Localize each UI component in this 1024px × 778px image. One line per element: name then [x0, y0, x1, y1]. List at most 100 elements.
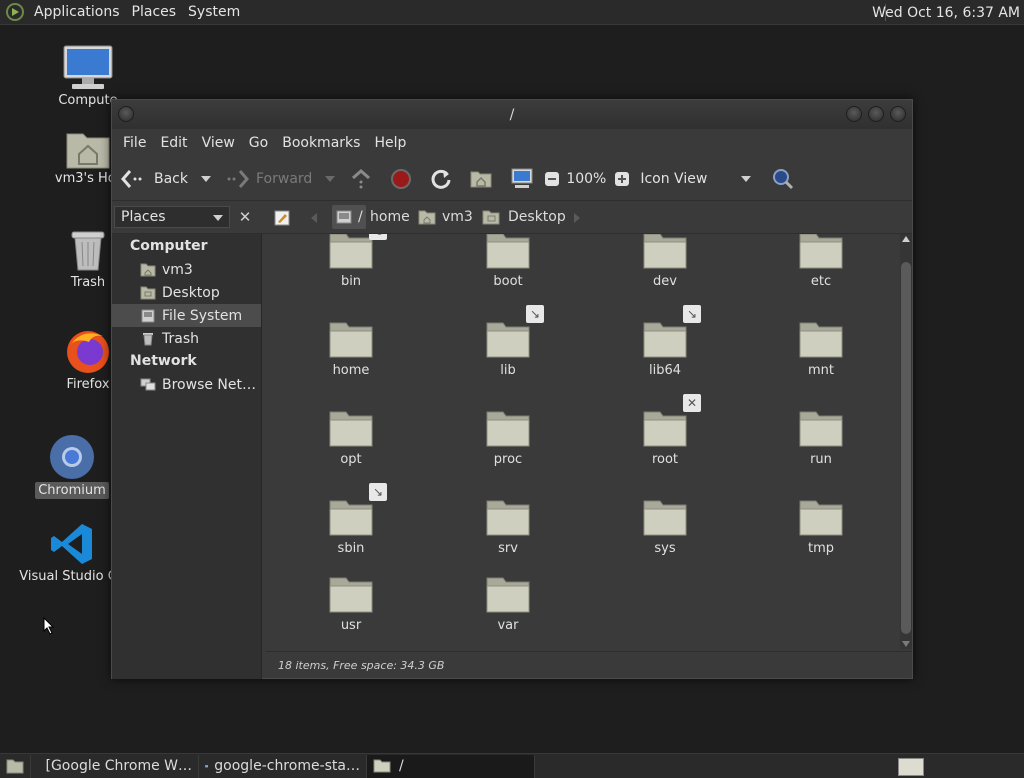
reload-button[interactable] [430, 168, 452, 190]
file-item-lib[interactable]: lib ↘ [448, 305, 568, 399]
zoom-out-button[interactable] [544, 171, 560, 187]
file-item-boot[interactable]: boot [448, 234, 568, 310]
scroll-down-icon[interactable] [902, 641, 910, 647]
sidebar-heading-network: Network [130, 353, 197, 369]
stop-button[interactable] [390, 168, 412, 190]
view-mode-dropdown[interactable] [740, 175, 752, 183]
view-mode-select[interactable]: Icon View [640, 171, 740, 187]
top-menu: Applications Places System [0, 0, 246, 25]
menu-edit[interactable]: Edit [153, 135, 194, 151]
file-item-tmp[interactable]: tmp [761, 497, 881, 577]
file-item-home[interactable]: home [291, 319, 411, 399]
file-name: dev [653, 274, 677, 289]
up-button[interactable] [350, 168, 372, 190]
scroll-up-icon[interactable] [902, 236, 910, 242]
menu-help[interactable]: Help [367, 135, 413, 151]
zoom-out-icon [545, 171, 560, 186]
zoom-level[interactable]: 100% [566, 171, 606, 187]
file-view[interactable]: bin ↘ boot dev etc home lib ↘ lib64 ↘ mnt opt proc ro… [266, 234, 912, 649]
desktop-icon-label: Chromium [35, 482, 109, 499]
menu-go[interactable]: Go [242, 135, 275, 151]
back-button[interactable]: Back [120, 168, 188, 190]
file-item-etc[interactable]: etc [761, 234, 881, 310]
file-item-var[interactable]: var [448, 574, 568, 649]
clock[interactable]: Wed Oct 16, 6:37 AM [872, 0, 1020, 25]
zoom-in-button[interactable] [614, 171, 630, 187]
file-item-root[interactable]: root ✕ [605, 394, 725, 488]
back-history-dropdown[interactable] [200, 175, 212, 183]
file-name: opt [340, 452, 362, 467]
task-file-manager[interactable]: / [367, 754, 535, 778]
breadcrumb-desktop[interactable]: Desktop [482, 205, 566, 229]
file-name: lib64 [648, 363, 682, 378]
breadcrumb-home[interactable]: home [370, 205, 410, 229]
menu-bookmarks[interactable]: Bookmarks [275, 135, 367, 151]
file-item-run[interactable]: run [761, 408, 881, 488]
chevron-down-icon [201, 175, 211, 182]
scrollbar-thumb[interactable] [901, 262, 911, 634]
sidebar-item-vm3[interactable]: vm3 [112, 258, 261, 281]
file-item-sbin[interactable]: sbin ↘ [291, 483, 411, 577]
file-item-lib64[interactable]: lib64 ↘ [605, 305, 725, 399]
zoom-in-icon [615, 171, 630, 186]
home-icon [140, 263, 156, 277]
trash-icon [71, 231, 105, 271]
sidebar-item-trash[interactable]: Trash [112, 327, 261, 350]
workspace-switcher[interactable] [898, 758, 924, 776]
task-google-chrome[interactable]: [Google Chrome W… [31, 754, 199, 778]
home-folder-icon [66, 133, 110, 169]
file-name: bin [340, 274, 362, 289]
chromium-icon [50, 435, 94, 479]
home-button[interactable] [470, 169, 492, 189]
sidebar-item-file-system[interactable]: File System [112, 304, 261, 327]
vertical-scrollbar[interactable] [900, 234, 912, 649]
desktop-icon [140, 286, 156, 300]
file-name: srv [498, 541, 518, 556]
computer-button[interactable] [510, 168, 534, 190]
window-menu-button[interactable] [118, 106, 134, 122]
drive-icon [336, 210, 352, 224]
menu-view[interactable]: View [195, 135, 242, 151]
desktop-icon-vscode[interactable]: Visual Studio Co [19, 520, 125, 585]
maximize-button[interactable] [868, 106, 884, 122]
desktop-icon-label: Firefox [66, 377, 110, 392]
file-item-bin[interactable]: bin ↘ [291, 234, 411, 310]
file-item-sys[interactable]: sys [605, 497, 725, 577]
applications-menu[interactable]: Applications [28, 0, 126, 25]
system-menu[interactable]: System [182, 0, 246, 25]
minimize-button[interactable] [846, 106, 862, 122]
file-item-opt[interactable]: opt [291, 408, 411, 488]
search-button[interactable] [772, 168, 794, 190]
show-desktop-button[interactable] [0, 754, 31, 778]
close-sidebar-button[interactable]: ✕ [234, 206, 256, 228]
forward-button[interactable]: Forward [224, 168, 312, 190]
edit-location-icon[interactable] [274, 210, 290, 226]
places-menu[interactable]: Places [126, 0, 183, 25]
file-item-dev[interactable]: dev [605, 234, 725, 310]
file-item-proc[interactable]: proc [448, 408, 568, 488]
menu-file[interactable]: File [116, 135, 153, 151]
folder-icon [486, 577, 530, 613]
window-titlebar[interactable]: / [112, 100, 912, 129]
file-item-srv[interactable]: srv [448, 497, 568, 577]
folder-icon [799, 234, 843, 269]
forward-history-dropdown[interactable] [324, 175, 336, 183]
sidebar-item-browse-network[interactable]: Browse Net… [112, 373, 261, 396]
file-item-usr[interactable]: usr [291, 574, 411, 649]
task-google-chrome-stable[interactable]: google-chrome-sta… [199, 754, 367, 778]
sidebar-item-desktop[interactable]: Desktop [112, 281, 261, 304]
chevron-down-icon [213, 215, 223, 221]
close-button[interactable] [890, 106, 906, 122]
places-select[interactable]: Places [114, 206, 230, 228]
mate-logo-icon[interactable] [6, 3, 24, 21]
file-item-mnt[interactable]: mnt [761, 319, 881, 399]
breadcrumb-root[interactable]: / [332, 205, 366, 229]
home-icon [418, 210, 436, 225]
path-left-arrow-icon[interactable] [310, 212, 318, 224]
trash-icon [140, 332, 156, 346]
desktop-icon-chromium[interactable]: Chromium [24, 432, 120, 499]
folder-icon [329, 577, 373, 613]
path-right-arrow-icon[interactable] [573, 212, 581, 224]
breadcrumb-vm3[interactable]: vm3 [418, 205, 473, 229]
chrome-icon [37, 765, 38, 767]
